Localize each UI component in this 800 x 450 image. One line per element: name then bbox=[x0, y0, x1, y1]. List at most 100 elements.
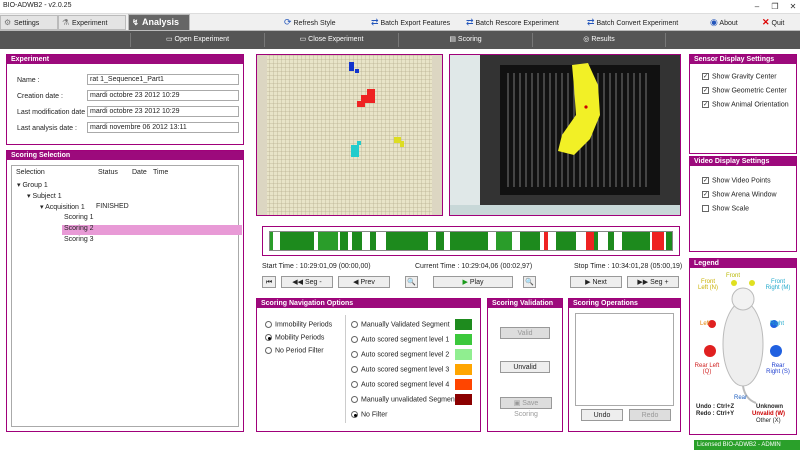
operations-list[interactable] bbox=[575, 313, 674, 406]
checkbox-gravity-center[interactable]: ✓ bbox=[702, 73, 709, 80]
tree-item-scoring-1[interactable]: Scoring 1 bbox=[64, 214, 214, 224]
restore-button[interactable]: ❐ bbox=[768, 1, 782, 12]
legend-panel: Legend Front Front Left (N) Front Right … bbox=[689, 258, 797, 435]
results-button[interactable]: ◎ Results bbox=[532, 33, 666, 47]
legend-undo: Undo : Ctrl+Z bbox=[696, 404, 735, 410]
tree-item-scoring-2[interactable]: Scoring 2 bbox=[62, 225, 242, 235]
checkbox-arena-window[interactable]: ✓ bbox=[702, 191, 709, 198]
column-status[interactable]: Status bbox=[98, 169, 118, 176]
batch-convert-button[interactable]: ⇄ Batch Convert Experiment bbox=[587, 16, 678, 29]
refresh-style-button[interactable]: ⟳ Refresh Style bbox=[284, 16, 336, 29]
radio-filter-6[interactable] bbox=[351, 411, 358, 418]
license-status: Licensed BIO-ADWB2 - ADMIN MODE bbox=[694, 440, 800, 450]
tree-item-scoring-3[interactable]: Scoring 3 bbox=[64, 236, 214, 246]
operations-panel: Scoring Operations Undo Redo bbox=[568, 298, 681, 432]
radio-filter-3[interactable] bbox=[351, 366, 358, 373]
option-video-points[interactable]: ✓ Show Video Points bbox=[702, 177, 771, 184]
prev-button[interactable]: ◀ Prev bbox=[338, 276, 390, 288]
zoom-out-button[interactable]: 🔍 bbox=[405, 276, 418, 288]
skip-start-icon: ⏮ bbox=[265, 279, 273, 286]
column-date[interactable]: Date bbox=[132, 169, 147, 176]
modification-date-field[interactable]: mardi octobre 23 2012 10:29 bbox=[87, 106, 239, 117]
seg-plus-button[interactable]: ▶▶ Seg + bbox=[627, 276, 679, 288]
redo-button[interactable]: Redo bbox=[629, 409, 671, 421]
option-immobility[interactable]: Immobility Periods bbox=[265, 321, 332, 328]
save-icon: ▣ bbox=[513, 400, 521, 407]
option-arena-window[interactable]: ✓ Show Arena Window bbox=[702, 191, 777, 198]
filter-manual-valid[interactable]: Manually Validated Segment bbox=[351, 321, 450, 328]
tree-item-acquisition[interactable]: ▾ Acquisition 1 bbox=[40, 203, 85, 211]
tab-settings-label: Settings bbox=[14, 20, 40, 27]
current-time-value: 10:29:04,06 (00:02,97) bbox=[461, 263, 533, 270]
scoring-tree[interactable]: Selection Status Date Time ▾ Group 1 ▾ S… bbox=[11, 165, 242, 427]
checkbox-video-points[interactable]: ✓ bbox=[702, 177, 709, 184]
option-no-period-filter[interactable]: No Period Filter bbox=[265, 347, 324, 354]
double-right-icon: ▶▶ bbox=[637, 279, 649, 286]
radio-filter-0[interactable] bbox=[351, 321, 358, 328]
top-view-video[interactable] bbox=[256, 54, 443, 216]
batch-export-button[interactable]: ⇄ Batch Export Features bbox=[371, 16, 450, 29]
save-scoring-button[interactable]: ▣ Save Scoring bbox=[500, 397, 552, 418]
filter-auto-2[interactable]: Auto scored segment level 2 bbox=[351, 351, 449, 358]
tree-item-subject[interactable]: ▾ Subject 1 bbox=[27, 192, 62, 200]
filter-manual-unvalid[interactable]: Manually unvalidated Segment bbox=[351, 396, 457, 403]
undo-button[interactable]: Undo bbox=[581, 409, 623, 421]
filter-auto-4[interactable]: Auto scored segment level 4 bbox=[351, 381, 449, 388]
radio-filter-4[interactable] bbox=[351, 381, 358, 388]
zoom-in-button[interactable]: 🔍 bbox=[523, 276, 536, 288]
first-button[interactable]: ⏮ bbox=[262, 276, 276, 288]
filter-auto-1[interactable]: Auto scored segment level 1 bbox=[351, 336, 449, 343]
zoom-in-icon: 🔍 bbox=[525, 279, 534, 286]
tree-item-group[interactable]: ▾ Group 1 bbox=[17, 181, 48, 189]
legend-unvalid: Unvalid (W) bbox=[752, 411, 785, 417]
swatch-manual-unvalid bbox=[455, 394, 472, 405]
option-scale[interactable]: Show Scale bbox=[702, 205, 749, 212]
about-button[interactable]: ◉ About bbox=[710, 16, 738, 29]
quit-icon: ✕ bbox=[762, 17, 770, 27]
camera-video[interactable] bbox=[449, 54, 681, 216]
seg-minus-button[interactable]: ◀◀ Seg - bbox=[281, 276, 333, 288]
option-geometric-center[interactable]: ✓ Show Geometric Center bbox=[702, 87, 787, 94]
checkbox-scale[interactable] bbox=[702, 205, 709, 212]
tab-analysis[interactable]: ↯ Analysis bbox=[128, 14, 190, 31]
menu-bar: ⚙ Settings ⚗ Experiment ↯ Analysis ⟳ Ref… bbox=[0, 14, 800, 31]
video-settings-panel: Video Display Settings ✓ Show Video Point… bbox=[689, 156, 797, 252]
radio-filter-1[interactable] bbox=[351, 336, 358, 343]
filter-auto-3[interactable]: Auto scored segment level 3 bbox=[351, 366, 449, 373]
radio-immobility[interactable] bbox=[265, 321, 272, 328]
column-time[interactable]: Time bbox=[153, 169, 168, 176]
open-experiment-button[interactable]: ▭ Open Experiment bbox=[130, 33, 264, 47]
tab-settings[interactable]: ⚙ Settings bbox=[0, 15, 58, 30]
filter-none[interactable]: No Filter bbox=[351, 411, 387, 418]
column-selection[interactable]: Selection bbox=[16, 169, 45, 176]
close-window-button[interactable]: ✕ bbox=[786, 1, 800, 12]
option-gravity-center[interactable]: ✓ Show Gravity Center bbox=[702, 73, 777, 80]
checkbox-animal-orientation[interactable]: ✓ bbox=[702, 101, 709, 108]
play-button[interactable]: ▶ Play bbox=[433, 276, 513, 288]
name-field[interactable]: rat 1_Sequence1_Part1 bbox=[87, 74, 239, 85]
option-mobility[interactable]: Mobility Periods bbox=[265, 334, 324, 341]
minimize-button[interactable]: – bbox=[750, 1, 764, 12]
experiment-header: Experiment bbox=[7, 55, 243, 64]
radio-filter-5[interactable] bbox=[351, 396, 358, 403]
radio-mobility[interactable] bbox=[265, 334, 272, 341]
modification-date-label: Last modification date : bbox=[17, 109, 89, 116]
batch-rescore-button[interactable]: ⇄ Batch Rescore Experiment bbox=[466, 16, 559, 29]
sensor-settings-header: Sensor Display Settings bbox=[690, 55, 796, 64]
close-experiment-button[interactable]: ▭ Close Experiment bbox=[264, 33, 398, 47]
analysis-date-field[interactable]: mardi novembre 06 2012 13:11 bbox=[87, 122, 239, 133]
double-left-icon: ◀◀ bbox=[292, 279, 304, 286]
valid-button[interactable]: Valid bbox=[500, 327, 550, 339]
segment-timeline[interactable] bbox=[269, 231, 673, 251]
unvalid-button[interactable]: Unvalid bbox=[500, 361, 550, 373]
next-button[interactable]: ▶ Next bbox=[570, 276, 622, 288]
radio-no-period[interactable] bbox=[265, 347, 272, 354]
swatch-manual-valid bbox=[455, 319, 472, 330]
quit-button[interactable]: ✕ Quit bbox=[762, 16, 784, 29]
tab-experiment[interactable]: ⚗ Experiment bbox=[58, 15, 126, 30]
option-animal-orientation[interactable]: ✓ Show Animal Orientation bbox=[702, 101, 789, 108]
creation-date-field[interactable]: mardi octobre 23 2012 10:29 bbox=[87, 90, 239, 101]
scoring-button[interactable]: ▤ Scoring bbox=[398, 33, 532, 47]
checkbox-geometric-center[interactable]: ✓ bbox=[702, 87, 709, 94]
radio-filter-2[interactable] bbox=[351, 351, 358, 358]
